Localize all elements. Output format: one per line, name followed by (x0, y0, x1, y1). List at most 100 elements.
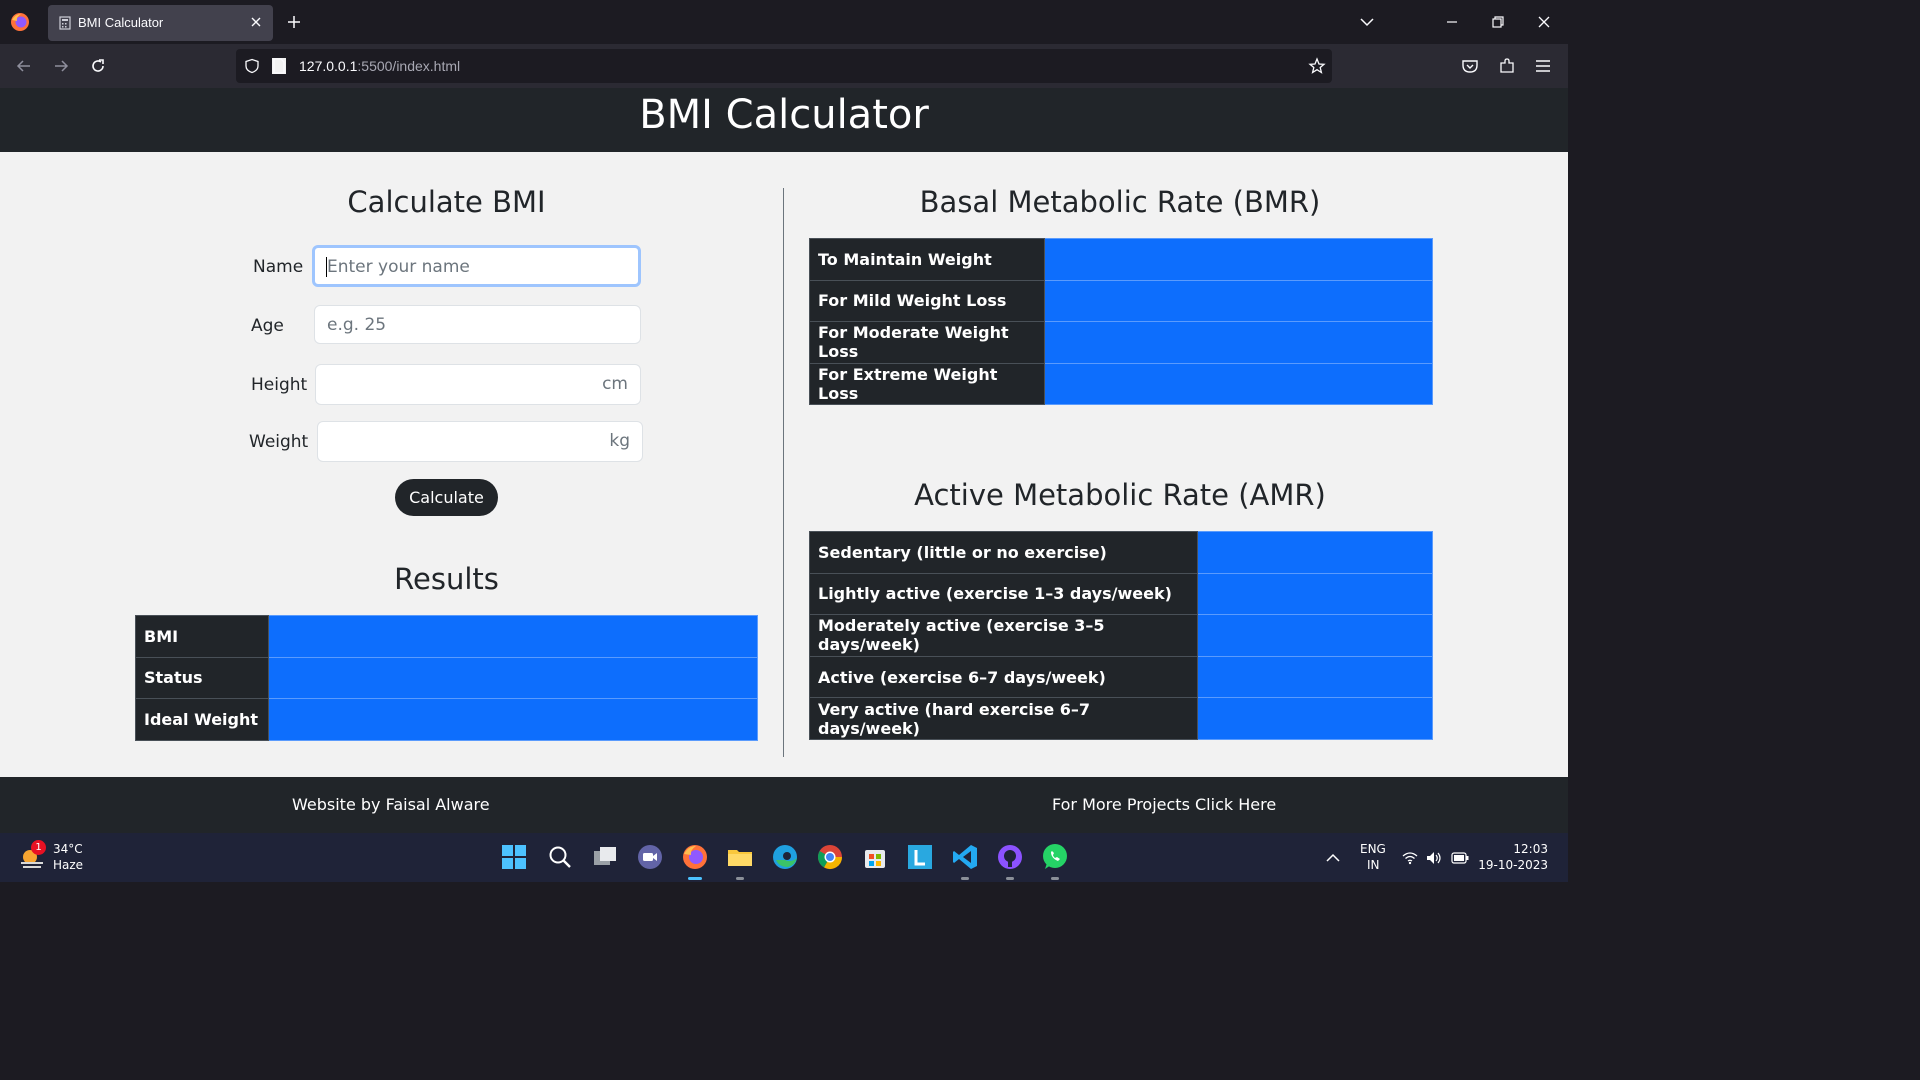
whatsapp-icon[interactable] (1041, 843, 1069, 871)
chat-video-icon[interactable] (636, 843, 664, 871)
result-label-status: Status (135, 656, 269, 700)
amr-label: Lightly active (exercise 1–3 days/week) (809, 572, 1198, 616)
back-arrow-icon[interactable] (15, 57, 33, 75)
windows-taskbar: 1 34°C Haze ENG IN 12:03 19-10-2023 (0, 833, 1568, 882)
height-input[interactable]: cm (315, 364, 641, 405)
amr-table: Sedentary (little or no exercise) Lightl… (809, 531, 1433, 740)
name-placeholder: Enter your name (327, 257, 470, 277)
weight-label: Weight (249, 432, 309, 452)
page-info-icon[interactable] (272, 58, 286, 74)
results-table: BMI Status Ideal Weight (135, 615, 758, 741)
amr-value (1197, 531, 1433, 574)
clock-date[interactable]: 19-10-2023 (1478, 858, 1548, 872)
calculate-bmi-heading: Calculate BMI (347, 185, 546, 219)
table-row: For Extreme Weight Loss (809, 362, 1433, 406)
page-viewport: BMI Calculator Calculate BMI Name Enter … (0, 88, 1568, 833)
table-row: Very active (hard exercise 6–7 days/week… (809, 697, 1433, 740)
file-explorer-icon[interactable] (726, 843, 754, 871)
list-all-tabs-chevron-icon[interactable] (1359, 14, 1375, 30)
amr-value (1197, 697, 1433, 740)
results-heading: Results (394, 562, 499, 596)
table-row: Lightly active (exercise 1–3 days/week) (809, 572, 1433, 616)
weather-temperature[interactable]: 34°C (53, 842, 83, 856)
input-region-indicator[interactable]: IN (1367, 858, 1380, 872)
chrome-browser-icon[interactable] (816, 843, 844, 871)
l-app-icon[interactable] (906, 843, 934, 871)
amr-label: Sedentary (little or no exercise) (809, 531, 1198, 574)
weight-input[interactable]: kg (317, 421, 643, 462)
microsoft-store-icon[interactable] (861, 843, 889, 871)
browser-tab-active[interactable]: BMI Calculator (48, 5, 273, 41)
bmr-value (1044, 362, 1433, 406)
result-value-bmi (268, 615, 758, 658)
restore-window-icon[interactable] (1490, 14, 1506, 30)
weight-unit: kg (609, 431, 630, 451)
footer-credit-link[interactable]: Website by Faisal Alware (292, 795, 490, 814)
age-input[interactable]: e.g. 25 (314, 305, 641, 344)
bmr-value (1044, 321, 1433, 364)
browser-nav-bar: 127.0.0.1:5500/index.html (0, 44, 1568, 88)
wifi-icon[interactable] (1402, 851, 1418, 865)
table-row: For Mild Weight Loss (809, 279, 1433, 323)
amr-label: Very active (hard exercise 6–7 days/week… (809, 697, 1198, 740)
task-view-icon[interactable] (591, 843, 619, 871)
page-title: BMI Calculator (639, 92, 929, 138)
url-text[interactable]: 127.0.0.1:5500/index.html (299, 58, 460, 74)
bmr-value (1044, 279, 1433, 323)
bmr-label: For Moderate Weight Loss (809, 321, 1045, 364)
tracking-protection-shield-icon[interactable] (244, 58, 260, 74)
active-app-indicator (688, 877, 702, 880)
search-icon[interactable] (546, 843, 574, 871)
weather-notification-badge: 1 (31, 840, 46, 855)
extensions-puzzle-icon[interactable] (1498, 57, 1516, 75)
edge-browser-icon[interactable] (771, 843, 799, 871)
bookmark-star-icon[interactable] (1308, 57, 1326, 75)
result-label-bmi: BMI (135, 615, 269, 658)
table-row: For Moderate Weight Loss (809, 321, 1433, 364)
firefox-logo-icon[interactable] (10, 12, 30, 32)
app-running-indicator (1051, 877, 1059, 880)
minimize-window-icon[interactable] (1444, 14, 1460, 30)
site-footer: Website by Faisal Alware For More Projec… (0, 777, 1568, 833)
more-projects-link[interactable]: For More Projects Click Here (1052, 795, 1276, 814)
table-row: Sedentary (little or no exercise) (809, 531, 1433, 574)
height-label: Height (251, 375, 308, 395)
tab-title: BMI Calculator (78, 15, 164, 30)
bmr-label: For Extreme Weight Loss (809, 362, 1045, 406)
github-desktop-icon[interactable] (996, 843, 1024, 871)
table-row: BMI (135, 615, 758, 658)
show-hidden-icons-chevron-icon[interactable] (1326, 853, 1340, 863)
firefox-taskbar-icon[interactable] (681, 843, 709, 871)
calculate-button[interactable]: Calculate (395, 479, 498, 516)
age-placeholder: e.g. 25 (327, 315, 387, 335)
pocket-icon[interactable] (1461, 57, 1479, 75)
table-row: Active (exercise 6–7 days/week) (809, 655, 1433, 699)
table-row: To Maintain Weight (809, 238, 1433, 281)
language-indicator[interactable]: ENG (1360, 842, 1386, 856)
windows-start-icon[interactable] (500, 843, 528, 871)
site-header: BMI Calculator (0, 88, 1568, 152)
reload-icon[interactable] (89, 57, 107, 75)
amr-label: Active (exercise 6–7 days/week) (809, 655, 1198, 699)
weather-condition[interactable]: Haze (53, 858, 83, 872)
new-tab-plus-icon[interactable] (286, 14, 302, 30)
amr-heading: Active Metabolic Rate (AMR) (914, 478, 1326, 512)
close-window-icon[interactable] (1536, 14, 1552, 30)
bmr-table: To Maintain Weight For Mild Weight Loss … (809, 238, 1433, 406)
result-value-ideal-weight (268, 698, 758, 741)
name-input[interactable]: Enter your name (312, 245, 641, 287)
battery-icon[interactable] (1451, 852, 1469, 864)
close-tab-icon[interactable] (249, 15, 263, 29)
result-label-ideal-weight: Ideal Weight (135, 698, 269, 741)
app-running-indicator (736, 877, 744, 880)
forward-arrow-icon[interactable] (52, 57, 70, 75)
app-running-indicator (961, 877, 969, 880)
hamburger-menu-icon[interactable] (1534, 57, 1552, 75)
address-bar[interactable]: 127.0.0.1:5500/index.html (236, 49, 1332, 83)
clock-time[interactable]: 12:03 (1513, 842, 1548, 856)
vscode-icon[interactable] (951, 843, 979, 871)
browser-tab-bar: BMI Calculator (0, 0, 1568, 44)
calculator-favicon-icon (59, 16, 71, 30)
volume-icon[interactable] (1426, 851, 1442, 865)
table-row: Ideal Weight (135, 698, 758, 741)
